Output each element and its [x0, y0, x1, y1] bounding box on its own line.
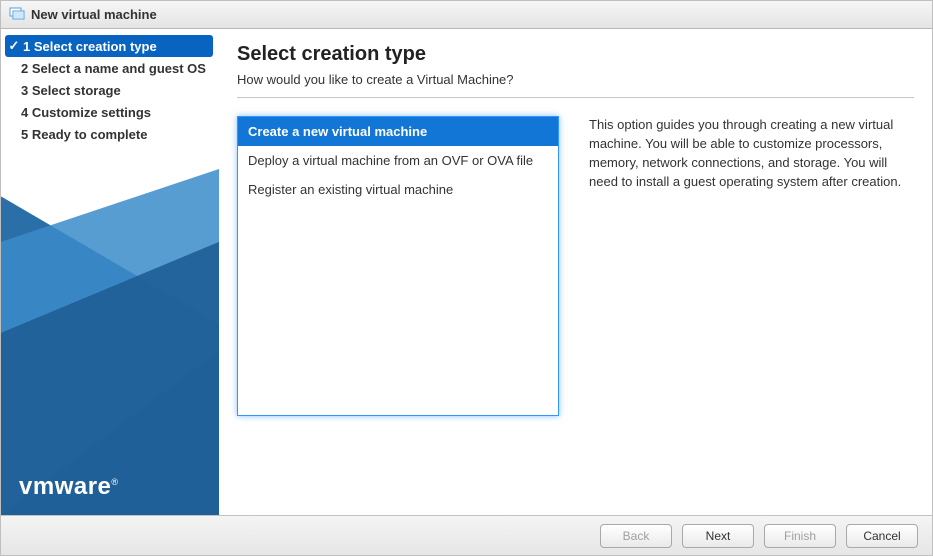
page-subtitle: How would you like to create a Virtual M…: [237, 72, 914, 87]
step-label: 5 Ready to complete: [19, 127, 147, 142]
wizard-dialog: New virtual machine ✓ 1 Select creation …: [0, 0, 933, 556]
option-label: Deploy a virtual machine from an OVF or …: [248, 153, 533, 168]
finish-button[interactable]: Finish: [764, 524, 836, 548]
wizard-main: Select creation type How would you like …: [219, 29, 932, 515]
vm-icon: [9, 5, 25, 24]
option-label: Create a new virtual machine: [248, 124, 427, 139]
option-description: This option guides you through creating …: [589, 116, 914, 505]
step-select-storage[interactable]: ✓ 3 Select storage: [1, 79, 219, 101]
step-select-name-guest-os[interactable]: ✓ 2 Select a name and guest OS: [1, 57, 219, 79]
step-select-creation-type[interactable]: ✓ 1 Select creation type: [5, 35, 213, 57]
step-label: 2 Select a name and guest OS: [19, 61, 206, 76]
sidebar-decor: [1, 169, 219, 515]
vmware-logo: vmware®: [19, 473, 119, 501]
window-title: New virtual machine: [31, 7, 157, 22]
option-register-existing-vm[interactable]: Register an existing virtual machine: [238, 175, 558, 204]
option-create-new-vm[interactable]: Create a new virtual machine: [238, 117, 558, 146]
wizard-steps: ✓ 1 Select creation type ✓ 2 Select a na…: [1, 29, 219, 145]
checkmark-icon: ✓: [7, 38, 21, 54]
wizard-sidebar: ✓ 1 Select creation type ✓ 2 Select a na…: [1, 29, 219, 515]
step-ready-to-complete[interactable]: ✓ 5 Ready to complete: [1, 123, 219, 145]
step-label: 4 Customize settings: [19, 105, 151, 120]
cancel-button[interactable]: Cancel: [846, 524, 918, 548]
content-columns: Create a new virtual machine Deploy a vi…: [237, 116, 914, 505]
step-label: 1 Select creation type: [21, 39, 157, 54]
divider: [237, 97, 914, 98]
option-deploy-ovf-ova[interactable]: Deploy a virtual machine from an OVF or …: [238, 146, 558, 175]
page-heading: Select creation type: [237, 43, 914, 66]
next-button[interactable]: Next: [682, 524, 754, 548]
titlebar: New virtual machine: [1, 1, 932, 29]
step-label: 3 Select storage: [19, 83, 121, 98]
back-button[interactable]: Back: [600, 524, 672, 548]
creation-type-listbox[interactable]: Create a new virtual machine Deploy a vi…: [237, 116, 559, 416]
option-label: Register an existing virtual machine: [248, 182, 453, 197]
wizard-footer: Back Next Finish Cancel: [1, 515, 932, 555]
step-customize-settings[interactable]: ✓ 4 Customize settings: [1, 101, 219, 123]
wizard-body: ✓ 1 Select creation type ✓ 2 Select a na…: [1, 29, 932, 515]
